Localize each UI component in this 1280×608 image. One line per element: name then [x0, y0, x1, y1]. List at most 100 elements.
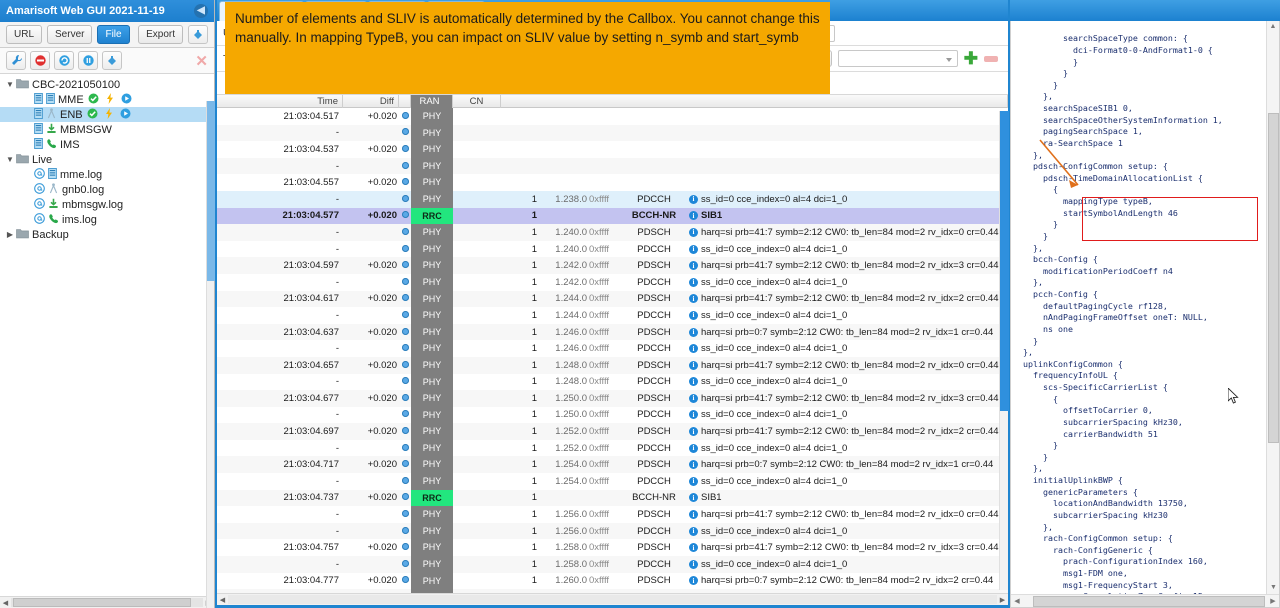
table-row[interactable]: - PHY 1 1.256.0 0xffff PDCCH i ss_id=0 cce_inde…	[217, 522, 1008, 540]
info-icon[interactable]: i	[689, 460, 698, 470]
tree-item-live[interactable]: ▼ Live	[0, 152, 214, 167]
row-marker-icon[interactable]	[399, 244, 411, 255]
row-marker-icon[interactable]	[399, 260, 411, 271]
table-row[interactable]: 21:03:04.617 +0.020 PHY 1 1.244.0 0xffff PDSCH…	[217, 290, 1008, 308]
table-row[interactable]: 21:03:04.757 +0.020 PHY 1 1.258.0 0xffff PDSCH…	[217, 539, 1008, 557]
chevron-down-icon[interactable]: ▼	[4, 80, 16, 89]
scrollbar-thumb[interactable]	[1000, 111, 1009, 411]
scrollbar-thumb[interactable]	[1268, 113, 1279, 443]
wrench-icon[interactable]	[6, 51, 26, 70]
row-marker-icon[interactable]	[399, 426, 411, 437]
row-marker-icon[interactable]	[399, 327, 411, 338]
row-marker-icon[interactable]	[399, 360, 411, 371]
stop-icon[interactable]	[30, 51, 50, 70]
export-button[interactable]: Export	[138, 25, 183, 44]
check-icon[interactable]	[88, 93, 99, 107]
row-marker-icon[interactable]	[399, 277, 411, 288]
info-icon[interactable]: i	[689, 526, 698, 536]
tree-item-cbc-2021050100[interactable]: ▼ CBC-2021050100	[0, 77, 214, 92]
bolt-icon[interactable]	[105, 107, 113, 122]
table-row[interactable]: - PHY 11.260.00xffffPDCCHiss_id=0 cce_inde…	[217, 589, 1008, 593]
tree-item-mme[interactable]: MME	[0, 92, 214, 107]
scroll-left-icon[interactable]: ◀	[0, 599, 11, 607]
row-marker-icon[interactable]	[399, 393, 411, 404]
close-icon[interactable]: ✕	[195, 52, 208, 70]
table-row[interactable]: - PHY	[217, 157, 1008, 175]
scrollbar-thumb[interactable]	[13, 598, 191, 607]
scrollbar-track[interactable]	[1023, 595, 1267, 607]
table-row[interactable]: - PHY	[217, 124, 1008, 142]
plug2-icon[interactable]	[102, 51, 122, 70]
row-marker-icon[interactable]	[399, 127, 411, 138]
info-icon[interactable]: i	[689, 310, 698, 320]
tree-item-gnb0-log[interactable]: gnb0.log	[0, 182, 214, 197]
scroll-down-icon[interactable]: ▼	[1267, 582, 1279, 594]
info-icon[interactable]: i	[689, 194, 698, 204]
table-row[interactable]: 21:03:04.597 +0.020 PHY 1 1.242.0 0xffff PDSCH…	[217, 257, 1008, 274]
row-marker-icon[interactable]	[399, 492, 411, 503]
row-marker-icon[interactable]	[399, 559, 411, 570]
tree-item-backup[interactable]: ▶ Backup	[0, 227, 214, 242]
url-button[interactable]: URL	[6, 25, 43, 44]
row-marker-icon[interactable]	[399, 227, 411, 238]
info-icon[interactable]: i	[689, 211, 698, 221]
info-icon[interactable]: i	[689, 227, 698, 237]
scroll-right-icon[interactable]: ▶	[1267, 597, 1279, 605]
table-row[interactable]: - PHY 1 1.240.0 0xffff PDSCH i harq=si prb=41:7…	[217, 224, 1008, 241]
row-marker-icon[interactable]	[399, 376, 411, 387]
row-marker-icon[interactable]	[399, 443, 411, 454]
row-marker-icon[interactable]	[399, 293, 411, 304]
tree-item-ims[interactable]: IMS	[0, 137, 214, 152]
chevron-left-icon[interactable]: ◀	[194, 4, 208, 18]
info-icon[interactable]	[78, 51, 98, 70]
info-icon[interactable]: i	[689, 543, 698, 553]
info-icon[interactable]: i	[689, 476, 698, 486]
config-horizontal-scrollbar[interactable]: ◀ ▶	[1011, 594, 1279, 607]
refresh-icon[interactable]	[54, 51, 74, 70]
table-row[interactable]: - PHY 1 1.244.0 0xffff PDCCH i ss_id=0 cce_inde…	[217, 307, 1008, 324]
table-row[interactable]: - PHY 1 1.242.0 0xffff PDCCH i ss_id=0 cce_inde…	[217, 273, 1008, 291]
scroll-up-icon[interactable]: ▲	[1267, 21, 1279, 33]
table-row[interactable]: 21:03:04.737 +0.020 RRC 1 BCCH-NR i SIB1	[217, 489, 1008, 507]
sidebar-vertical-scrollbar[interactable]	[206, 101, 215, 608]
info-icon[interactable]: i	[689, 327, 698, 337]
check-icon[interactable]	[87, 108, 98, 122]
play-icon[interactable]	[121, 93, 132, 107]
info-icon[interactable]: i	[689, 360, 698, 370]
tree-item-ims-log[interactable]: ims.log	[0, 212, 214, 227]
plug-icon[interactable]	[188, 25, 208, 44]
scrollbar-thumb[interactable]	[207, 101, 215, 281]
scroll-right-icon[interactable]: ▶	[997, 596, 1008, 604]
info-icon[interactable]: i	[689, 294, 698, 304]
chevron-down-icon[interactable]: ▼	[4, 155, 16, 164]
row-marker-icon[interactable]	[399, 509, 411, 520]
sidebar-horizontal-scrollbar[interactable]: ◀ ▶	[0, 596, 214, 608]
table-row[interactable]: - PHY 1 1.256.0 0xffff PDSCH i harq=si prb=41:7…	[217, 506, 1008, 523]
bolt-icon[interactable]	[106, 92, 114, 107]
row-marker-icon[interactable]	[399, 161, 411, 172]
col-cn[interactable]: CN	[453, 95, 501, 108]
table-row[interactable]: 21:03:04.637 +0.020 PHY 1 1.246.0 0xffff PDSCH…	[217, 323, 1008, 341]
file-tree[interactable]: ▼ CBC-2021050100 MME ENB MBMSGW IMS ▼ Live mme.l…	[0, 74, 214, 596]
table-row[interactable]: - PHY 1 1.250.0 0xffff PDCCH i ss_id=0 cce_inde…	[217, 406, 1008, 424]
preset-select[interactable]	[837, 50, 958, 67]
config-vertical-scrollbar[interactable]: ▲ ▼	[1266, 21, 1279, 594]
server-button[interactable]: Server	[47, 25, 93, 44]
scroll-left-icon[interactable]: ◀	[217, 596, 228, 604]
tree-item-mme-log[interactable]: mme.log	[0, 167, 214, 182]
table-row[interactable]: 21:03:04.517 +0.020 PHY	[217, 108, 1008, 125]
row-marker-icon[interactable]	[399, 409, 411, 420]
info-icon[interactable]: i	[689, 559, 698, 569]
table-row[interactable]: - PHY 1 1.246.0 0xffff PDCCH i ss_id=0 cce_inde…	[217, 340, 1008, 357]
file-button[interactable]: File	[97, 25, 130, 44]
table-row[interactable]: 21:03:04.557 +0.020 PHY	[217, 174, 1008, 191]
config-body[interactable]: searchSpaceType common: { dci-Format0-0-…	[1010, 21, 1280, 608]
row-marker-icon[interactable]	[399, 177, 411, 188]
table-row[interactable]: 21:03:04.777 +0.020 PHY 1 1.260.0 0xffff PDSCH…	[217, 572, 1008, 590]
row-marker-icon[interactable]	[399, 343, 411, 354]
log-table[interactable]: 21:03:04.517 +0.020 PHY - PHY 21:03:04.537 +0.…	[217, 108, 1008, 593]
info-icon[interactable]: i	[689, 344, 698, 354]
tree-item-mbmsgw-log[interactable]: mbmsgw.log	[0, 197, 214, 212]
table-row[interactable]: - PHY 1 1.248.0 0xffff PDCCH i ss_id=0 cce_inde…	[217, 373, 1008, 391]
row-marker-icon[interactable]	[399, 526, 411, 537]
